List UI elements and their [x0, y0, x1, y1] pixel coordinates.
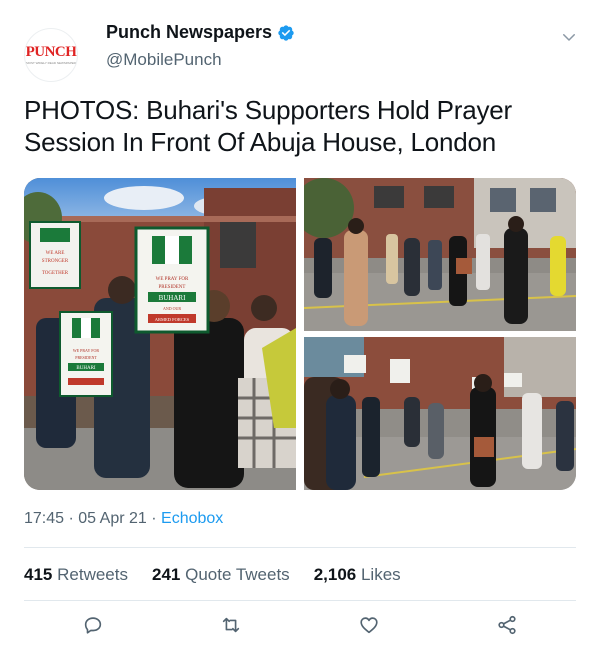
heart-icon: [360, 617, 378, 634]
quote-tweets-stat[interactable]: 241 Quote Tweets: [152, 565, 290, 585]
meta-separator-2: ·: [151, 510, 157, 527]
retweet-button[interactable]: [220, 614, 242, 636]
svg-text:WE ARE: WE ARE: [46, 251, 65, 256]
tweet-actions: [24, 610, 576, 640]
avatar-tagline: MOST WIDELY READ NEWSPAPER: [26, 61, 76, 65]
tweet-header: PUNCH MOST WIDELY READ NEWSPAPER Punch N…: [24, 20, 580, 82]
svg-text:STRONGER: STRONGER: [42, 259, 69, 264]
photo-street-crowd-1[interactable]: [304, 178, 576, 331]
account-names: Punch Newspapers @MobilePunch: [106, 22, 295, 70]
display-name-row: Punch Newspapers: [106, 22, 295, 43]
retweets-label: Retweets: [57, 565, 128, 584]
reply-button[interactable]: [82, 614, 104, 636]
share-icon: [498, 615, 516, 635]
like-button[interactable]: [358, 614, 380, 636]
meta-separator: ·: [68, 510, 74, 527]
retweet-icon: [222, 617, 240, 633]
verified-badge-icon: [278, 24, 294, 41]
reply-icon: [84, 617, 102, 634]
svg-text:BUHARI: BUHARI: [159, 294, 187, 302]
likes-stat[interactable]: 2,106 Likes: [314, 565, 401, 585]
tweet-stats: 415 Retweets 241 Quote Tweets 2,106 Like…: [24, 565, 425, 585]
retweets-count: 415: [24, 565, 53, 584]
svg-text:WE PRAY FOR: WE PRAY FOR: [156, 277, 189, 282]
svg-text:AND OUR: AND OUR: [163, 306, 181, 311]
chevron-down-icon[interactable]: [560, 28, 578, 46]
photo-supporters-with-placards[interactable]: WE ARE STRONGER TOGETHER WE PRAY FOR PRE…: [24, 178, 296, 490]
photo-supporters-image: WE ARE STRONGER TOGETHER WE PRAY FOR PRE…: [24, 178, 296, 490]
avatar[interactable]: PUNCH MOST WIDELY READ NEWSPAPER: [24, 28, 78, 82]
photo-street-crowd-2-image: [304, 337, 576, 490]
avatar-logo-text: PUNCH: [25, 44, 77, 60]
photo-street-crowd-2[interactable]: [304, 337, 576, 490]
svg-text:PRESIDENT: PRESIDENT: [159, 285, 186, 290]
svg-text:PRESIDENT: PRESIDENT: [75, 355, 97, 360]
quote-tweets-label: Quote Tweets: [185, 565, 290, 584]
svg-text:WE PRAY FOR: WE PRAY FOR: [73, 348, 99, 353]
display-name[interactable]: Punch Newspapers: [106, 22, 272, 43]
tweet-time[interactable]: 17:45: [24, 510, 64, 527]
svg-text:TOGETHER: TOGETHER: [42, 271, 69, 276]
svg-text:ARMED FORCES: ARMED FORCES: [155, 317, 190, 322]
media-grid: WE ARE STRONGER TOGETHER WE PRAY FOR PRE…: [24, 178, 576, 490]
divider: [24, 600, 576, 601]
divider: [24, 547, 576, 548]
tweet-source[interactable]: Echobox: [161, 510, 223, 527]
svg-text:BUHARI: BUHARI: [76, 366, 96, 371]
quote-tweets-count: 241: [151, 565, 181, 584]
tweet-date[interactable]: 05 Apr 21: [78, 510, 147, 527]
account-handle[interactable]: @MobilePunch: [106, 50, 295, 70]
share-button[interactable]: [496, 614, 518, 636]
retweets-stat[interactable]: 415 Retweets: [24, 565, 128, 585]
likes-label: Likes: [360, 565, 401, 584]
punch-logo: PUNCH MOST WIDELY READ NEWSPAPER: [26, 45, 77, 65]
likes-count: 2,106: [313, 565, 357, 584]
tweet-card: PUNCH MOST WIDELY READ NEWSPAPER Punch N…: [0, 0, 600, 650]
tweet-text: PHOTOS: Buhari's Supporters Hold Prayer …: [24, 95, 512, 157]
tweet-meta: 17:45 · 05 Apr 21 · Echobox: [24, 510, 223, 528]
photo-street-crowd-1-image: [304, 178, 576, 331]
